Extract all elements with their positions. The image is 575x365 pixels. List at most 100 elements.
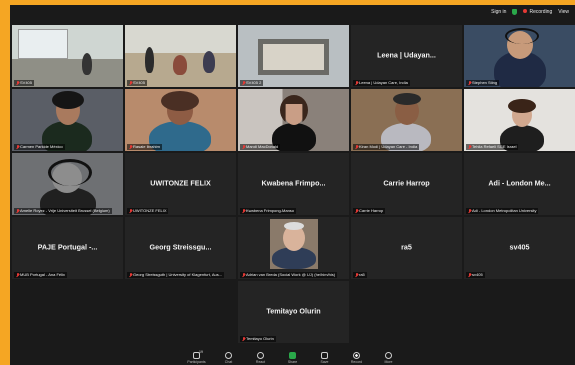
toolbar-participants-button[interactable]: 19 Participants: [187, 350, 206, 364]
participant-tile[interactable]: Tehila Refaeli SGE Israel: [464, 89, 575, 151]
participant-name-text: Adi - London Metropolitan University: [472, 208, 537, 213]
toolbar-label: Save: [320, 360, 329, 364]
participant-name-label: SV405: [127, 80, 148, 86]
toolbar-chat-button[interactable]: Chat: [220, 352, 238, 364]
participant-video: [12, 153, 123, 215]
participant-name-text: Stephen Sting: [472, 80, 498, 85]
participant-display-name: Kwabena Frimpo...: [261, 178, 326, 188]
participant-display-name: Temitayo Olurin: [266, 306, 321, 316]
participants-count: 19: [199, 350, 203, 354]
video-shape: [505, 28, 539, 44]
participant-tile[interactable]: Leena | Udayan... Leena | Udayan Care, In…: [351, 25, 462, 87]
participant-name-text: SV405: [133, 80, 146, 85]
video-shape: [161, 91, 199, 111]
mic-muted-icon: [468, 273, 471, 277]
save-icon: [321, 352, 328, 359]
mic-muted-icon: [129, 81, 132, 85]
participant-name-text: SV405 2: [246, 80, 262, 85]
participant-name-text: UWITONZE FELIX: [133, 208, 167, 213]
sign-in-link[interactable]: Sign in: [491, 9, 506, 15]
shield-icon[interactable]: [512, 9, 518, 15]
mic-muted-icon: [242, 81, 245, 85]
video-shape: [284, 222, 304, 230]
participant-tile[interactable]: Carrie Harrop Carrie Harrop: [351, 153, 462, 215]
toolbar-label: Record: [350, 360, 363, 364]
participant-name-label: Kiran Modi | Udayan Care - India: [353, 144, 420, 150]
share-icon: [289, 352, 296, 359]
mic-muted-icon: [468, 81, 471, 85]
record-icon: [353, 352, 360, 359]
participant-display-name: UWITONZE FELIX: [150, 178, 211, 188]
participant-tile[interactable]: SV405 2: [238, 25, 349, 87]
participant-name-text: SV405: [20, 80, 33, 85]
participant-tile[interactable]: SV405: [12, 25, 123, 87]
video-shape: [82, 53, 92, 75]
participant-name-label: Rasaie Ibrahim: [127, 144, 162, 150]
mic-muted-icon: [355, 273, 358, 277]
mic-muted-icon: [355, 145, 358, 149]
participant-name-label: Amelie Royez - Vrije Universiteit Brusse…: [14, 208, 112, 214]
toolbar-save-button[interactable]: Save: [316, 352, 334, 364]
participant-name-text: ra5: [359, 272, 365, 277]
toolbar-label: Chat: [224, 360, 233, 364]
participant-name-text: Temitayo Olurin: [246, 336, 274, 341]
participant-tile[interactable]: Kwabena Frimpo... Kwabena Frimpong-Manso: [238, 153, 349, 215]
participant-tile[interactable]: SV405: [125, 25, 236, 87]
more-icon: [385, 352, 392, 359]
participant-video: [12, 25, 123, 87]
participant-tile[interactable]: Rasaie Ibrahim: [125, 89, 236, 151]
top-bar: Sign in Recording View: [10, 5, 575, 19]
participant-tile[interactable]: Carmen Parkide México: [12, 89, 123, 151]
participant-tile[interactable]: PAJE Portugal -... MUB Portugal - Ana Fél…: [12, 217, 123, 279]
toolbar-react-button[interactable]: React: [252, 352, 270, 364]
view-button[interactable]: View: [558, 9, 569, 15]
participant-name-label: Leena | Udayan Care, India: [353, 80, 410, 86]
mic-muted-icon: [16, 273, 19, 277]
mic-muted-icon: [242, 145, 245, 149]
video-shape: [393, 93, 421, 105]
toolbar-record-button[interactable]: Record: [348, 352, 366, 364]
mic-muted-icon: [242, 337, 245, 341]
participant-tile[interactable]: ra5 ra5: [351, 217, 462, 279]
participant-name-label: MUB Portugal - Ana Félix: [14, 272, 67, 278]
participant-name-text: Georg Streissguth | University of Klagen…: [133, 272, 223, 277]
toolbar-share-button[interactable]: Share: [284, 352, 302, 364]
react-icon: [257, 352, 264, 359]
recording-indicator[interactable]: Recording: [523, 9, 552, 15]
video-shape: [173, 55, 187, 75]
participant-tile[interactable]: Georg Streissgu... Georg Streissguth | Un…: [125, 217, 236, 279]
participant-name-label: Georg Streissguth | University of Klagen…: [127, 272, 225, 278]
participant-grid: SV405 SV405 SV405 2 Leena | Udayan... Leen…: [12, 25, 575, 345]
participant-video: [464, 89, 575, 151]
participant-tile[interactable]: Mandi MacDonald: [238, 89, 349, 151]
participant-tile[interactable]: Adi - London Me... Adi - London Metropoli…: [464, 153, 575, 215]
chat-icon: [225, 352, 232, 359]
participant-name-text: Tehila Refaeli SGE Israel: [472, 144, 517, 149]
participant-name-text: Leena | Udayan Care, India: [359, 80, 408, 85]
participant-tile[interactable]: Kiran Modi | Udayan Care - India: [351, 89, 462, 151]
participant-display-name: ra5: [401, 242, 412, 252]
participant-name-label: ra5: [353, 272, 367, 278]
mic-muted-icon: [16, 145, 19, 149]
participant-display-name: Carrie Harrop: [383, 178, 430, 188]
mic-muted-icon: [355, 209, 358, 213]
toolbar-label: Participants: [187, 360, 206, 364]
participant-tile[interactable]: Stephen Sting: [464, 25, 575, 87]
participant-tile[interactable]: Temitayo Olurin Temitayo Olurin: [238, 281, 349, 343]
participant-tile[interactable]: UWITONZE FELIX UWITONZE FELIX: [125, 153, 236, 215]
participant-name-label: sv405: [466, 272, 485, 278]
participant-tile[interactable]: Amelie Royez - Vrije Universiteit Brusse…: [12, 153, 123, 215]
participant-name-label: Adi - London Metropolitan University: [466, 208, 539, 214]
participant-name-text: Carmen Parkide México: [20, 144, 63, 149]
toolbar-more-button[interactable]: More: [380, 352, 398, 364]
mic-muted-icon: [16, 209, 19, 213]
participant-tile[interactable]: Adrian van Breda (Social Work @ UJ) (he/…: [238, 217, 349, 279]
participant-name-label: Carrie Harrop: [353, 208, 386, 214]
participant-tile[interactable]: sv405 sv405: [464, 217, 575, 279]
video-shape: [18, 29, 68, 59]
record-dot-icon: [523, 9, 528, 13]
participant-video: [125, 89, 236, 151]
mic-muted-icon: [129, 209, 132, 213]
participant-video: [238, 89, 349, 151]
participant-name-text: sv405: [472, 272, 483, 277]
